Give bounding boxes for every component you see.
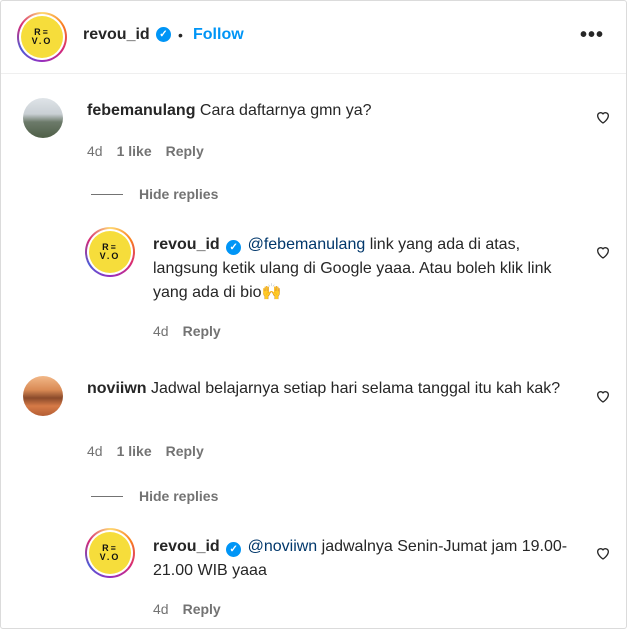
heart-outline-icon[interactable]: [595, 388, 611, 404]
reply-meta: 4d Reply: [153, 601, 221, 617]
divider-line: [91, 193, 123, 195]
hide-replies-label: Hide replies: [139, 488, 219, 504]
comment-body: febemanulang Cara daftarnya gmn ya?: [87, 99, 567, 123]
heart-outline-icon[interactable]: [595, 109, 611, 125]
comment-text: Jadwal belajarnya setiap hari selama tan…: [151, 380, 561, 397]
reply-button[interactable]: Reply: [166, 443, 204, 459]
comment-body: noviiwn Jadwal belajarnya setiap hari se…: [87, 377, 572, 401]
reply-username[interactable]: revou_id: [153, 236, 220, 253]
reply-avatar[interactable]: R≡ V.O: [85, 227, 135, 277]
reply-time: 4d: [153, 601, 169, 617]
reply-body: revou_id ✓ @noviiwn jadwalnya Senin-Juma…: [153, 535, 573, 583]
more-options-icon[interactable]: •••: [580, 24, 604, 47]
reply-time: 4d: [153, 323, 169, 339]
divider-line: [91, 495, 123, 497]
post-header: R≡ V.O revou_id ✓ • Follow •••: [1, 1, 626, 74]
reply-meta: 4d Reply: [153, 323, 221, 339]
comment-text: Cara daftarnya gmn ya?: [199, 102, 372, 119]
comment-time: 4d: [87, 143, 103, 159]
reply-mention-link[interactable]: @noviiwn: [248, 538, 318, 555]
commenter-avatar[interactable]: [23, 98, 63, 138]
verified-badge-icon: ✓: [156, 27, 171, 42]
like-count[interactable]: 1 like: [117, 443, 152, 459]
logo-text-bottom: V.O: [99, 552, 121, 562]
hide-replies-button[interactable]: Hide replies: [91, 186, 218, 202]
account-avatar[interactable]: R≡ V.O: [17, 12, 67, 62]
logo-text-bottom: V.O: [99, 251, 121, 261]
reply-mention-link[interactable]: @febemanulang: [248, 236, 366, 253]
comment-meta: 4d 1 like Reply: [87, 143, 204, 159]
comments-panel: R≡ V.O revou_id ✓ • Follow ••• febemanul…: [0, 0, 627, 629]
separator-dot: •: [178, 27, 183, 43]
comment-time: 4d: [87, 443, 103, 459]
verified-badge-icon: ✓: [226, 240, 242, 255]
follow-button[interactable]: Follow: [193, 26, 244, 44]
comment-username[interactable]: febemanulang: [87, 102, 195, 119]
reply-body: revou_id ✓ @febemanulang link yang ada d…: [153, 233, 573, 305]
hide-replies-button[interactable]: Hide replies: [91, 488, 218, 504]
hide-replies-label: Hide replies: [139, 186, 219, 202]
comment-meta: 4d 1 like Reply: [87, 443, 204, 459]
commenter-avatar[interactable]: [23, 376, 63, 416]
logo-text-bottom: V.O: [31, 36, 53, 46]
reply-button[interactable]: Reply: [183, 323, 221, 339]
comment-username[interactable]: noviiwn: [87, 380, 147, 397]
reply-avatar[interactable]: R≡ V.O: [85, 528, 135, 578]
header-username[interactable]: revou_id: [83, 26, 150, 44]
heart-outline-icon[interactable]: [595, 545, 611, 561]
heart-outline-icon[interactable]: [595, 244, 611, 260]
verified-badge-icon: ✓: [226, 542, 242, 557]
like-count[interactable]: 1 like: [117, 143, 152, 159]
reply-button[interactable]: Reply: [183, 601, 221, 617]
reply-username[interactable]: revou_id: [153, 538, 220, 555]
reply-button[interactable]: Reply: [166, 143, 204, 159]
